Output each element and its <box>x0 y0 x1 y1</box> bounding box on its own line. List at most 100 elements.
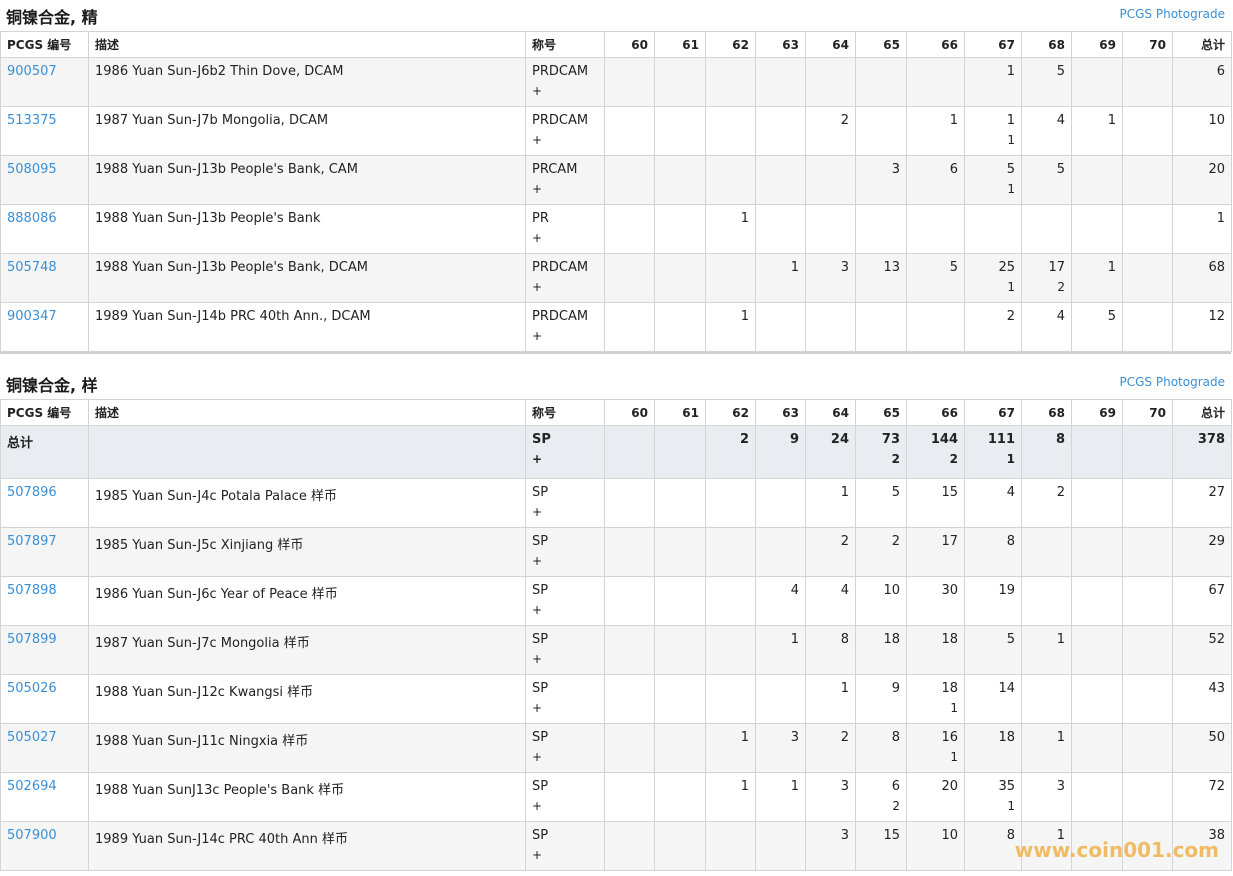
description-value: 1988 Yuan Sun-J13b People's Bank, DCAM <box>95 260 368 275</box>
pcgs-number-link[interactable]: 888086 <box>7 211 57 226</box>
grade-cell <box>604 576 655 626</box>
total-cell-value: 67 <box>1208 583 1225 598</box>
column-header[interactable]: PCGS 编号 <box>0 31 89 58</box>
grade-cell-value: 10 <box>883 583 900 598</box>
pcgs-number-link[interactable]: 505748 <box>7 260 57 275</box>
column-header[interactable]: 65 <box>855 399 907 426</box>
column-header[interactable]: 62 <box>705 399 756 426</box>
designation-plus: + <box>532 799 543 813</box>
column-header[interactable]: 68 <box>1021 399 1072 426</box>
pcgs-number-link[interactable]: 505026 <box>7 681 57 696</box>
grade-cell: 3 <box>755 723 806 773</box>
column-header[interactable]: PCGS 编号 <box>0 399 89 426</box>
grade-cell-plus: 1 <box>950 701 958 715</box>
designation-plus: + <box>532 133 543 147</box>
grade-cell <box>654 155 706 205</box>
column-header[interactable]: 70 <box>1122 399 1173 426</box>
column-header[interactable]: 61 <box>654 31 706 58</box>
grade-cell: 17 2 <box>1021 253 1072 303</box>
column-header[interactable]: 总计 <box>1172 31 1232 58</box>
grade-cell-value: 5 <box>1056 64 1065 79</box>
designation-plus: + <box>532 848 543 862</box>
column-header[interactable]: 64 <box>805 31 856 58</box>
column-header[interactable]: 68 <box>1021 31 1072 58</box>
pcgs-number-link[interactable]: 507900 <box>7 828 57 843</box>
grade-cell <box>755 106 806 156</box>
column-header[interactable]: 称号 <box>525 399 605 426</box>
total-cell-value: 6 <box>1216 64 1225 79</box>
column-header[interactable]: 69 <box>1071 399 1123 426</box>
column-header[interactable]: 总计 <box>1172 399 1232 426</box>
description: 1989 Yuan Sun-J14c PRC 40th Ann 样币 <box>88 821 526 871</box>
column-header[interactable]: 66 <box>906 31 965 58</box>
grade-cell <box>705 57 756 107</box>
designation: SP + <box>525 674 605 724</box>
column-header[interactable]: 称号 <box>525 31 605 58</box>
grade-cell <box>1122 425 1173 479</box>
column-header[interactable]: 描述 <box>88 31 526 58</box>
column-header[interactable]: 61 <box>654 399 706 426</box>
pcgs-number-link[interactable]: 507897 <box>7 534 57 549</box>
column-header[interactable]: 67 <box>964 31 1022 58</box>
grade-cell-value: 2 <box>1056 485 1065 500</box>
grade-cell: 3 <box>855 155 907 205</box>
designation: PRCAM + <box>525 155 605 205</box>
grade-cell: 3 <box>805 821 856 871</box>
column-header[interactable]: 64 <box>805 399 856 426</box>
grade-cell-plus: 2 <box>949 452 958 466</box>
column-header[interactable]: 60 <box>604 399 655 426</box>
grade-cell: 5 <box>964 625 1022 675</box>
description: 1988 Yuan Sun-J11c Ningxia 样币 <box>88 723 526 773</box>
grade-cell-value: 5 <box>949 260 958 275</box>
grade-cell <box>805 302 856 352</box>
section-title: 铜镍合金, 精 <box>6 8 98 27</box>
column-header[interactable]: 描述 <box>88 399 526 426</box>
column-header[interactable]: 63 <box>755 399 806 426</box>
total-cell-value: 43 <box>1208 681 1225 696</box>
grade-cell <box>604 772 655 822</box>
column-header[interactable]: 70 <box>1122 31 1173 58</box>
pcgs-number-link[interactable]: 513375 <box>7 113 57 128</box>
population-table: PCGS 编号 描述 称号 60 61 62 63 64 65 66 67 68 69 70 总计 总计 SP +… <box>0 399 1232 871</box>
grade-cell <box>1071 425 1123 479</box>
designation: PRDCAM + <box>525 57 605 107</box>
grade-cell-value: 4 <box>1056 309 1065 324</box>
column-header[interactable]: 67 <box>964 399 1022 426</box>
grade-cell-plus: 1 <box>1007 799 1015 813</box>
grade-cell-value: 17 <box>1048 260 1065 275</box>
column-header[interactable]: 60 <box>604 31 655 58</box>
grade-cell: 4 <box>1021 106 1072 156</box>
pcgs-number-link[interactable]: 505027 <box>7 730 57 745</box>
designation-value: SP <box>532 681 549 696</box>
photograde-link[interactable]: PCGS Photograde <box>1120 7 1225 21</box>
photograde-link[interactable]: PCGS Photograde <box>1120 375 1225 389</box>
grade-cell-value: 111 <box>987 432 1015 447</box>
grade-cell <box>1122 302 1173 352</box>
pcgs-number-link[interactable]: 507898 <box>7 583 57 598</box>
designation-plus: + <box>532 505 543 519</box>
header-row: PCGS 编号 描述 称号 60 61 62 63 64 65 66 67 68 69 70 总计 <box>0 399 1232 426</box>
description-value: 1988 Yuan Sun-J13b People's Bank <box>95 211 321 226</box>
pcgs-number-link[interactable]: 502694 <box>7 779 57 794</box>
column-header[interactable]: 69 <box>1071 31 1123 58</box>
column-header[interactable]: 66 <box>906 399 965 426</box>
pcgs-number-link[interactable]: 507896 <box>7 485 57 500</box>
grade-cell-value: 3 <box>1056 779 1065 794</box>
grade-cell: 17 <box>906 527 965 577</box>
pcgs-number-link[interactable]: 900347 <box>7 309 57 324</box>
pcgs-number-link[interactable]: 507899 <box>7 632 57 647</box>
column-header[interactable]: 63 <box>755 31 806 58</box>
pcgs-number-link[interactable]: 900507 <box>7 64 57 79</box>
pcgs-number-cell: 502694 <box>0 772 89 822</box>
grade-cell-value: 4 <box>1056 113 1065 128</box>
pcgs-number-link[interactable]: 508095 <box>7 162 57 177</box>
table-row: 502694 1988 Yuan SunJ13c People's Bank 样币… <box>0 772 1232 822</box>
pcgs-number-cell: 507900 <box>0 821 89 871</box>
column-header[interactable]: 62 <box>705 31 756 58</box>
column-header[interactable]: 65 <box>855 31 907 58</box>
grade-cell <box>1071 674 1123 724</box>
grade-cell-value: 10 <box>941 828 958 843</box>
designation-value: SP <box>532 534 549 549</box>
designation-value: SP <box>532 632 549 647</box>
description: 1985 Yuan Sun-J5c Xinjiang 样币 <box>88 527 526 577</box>
